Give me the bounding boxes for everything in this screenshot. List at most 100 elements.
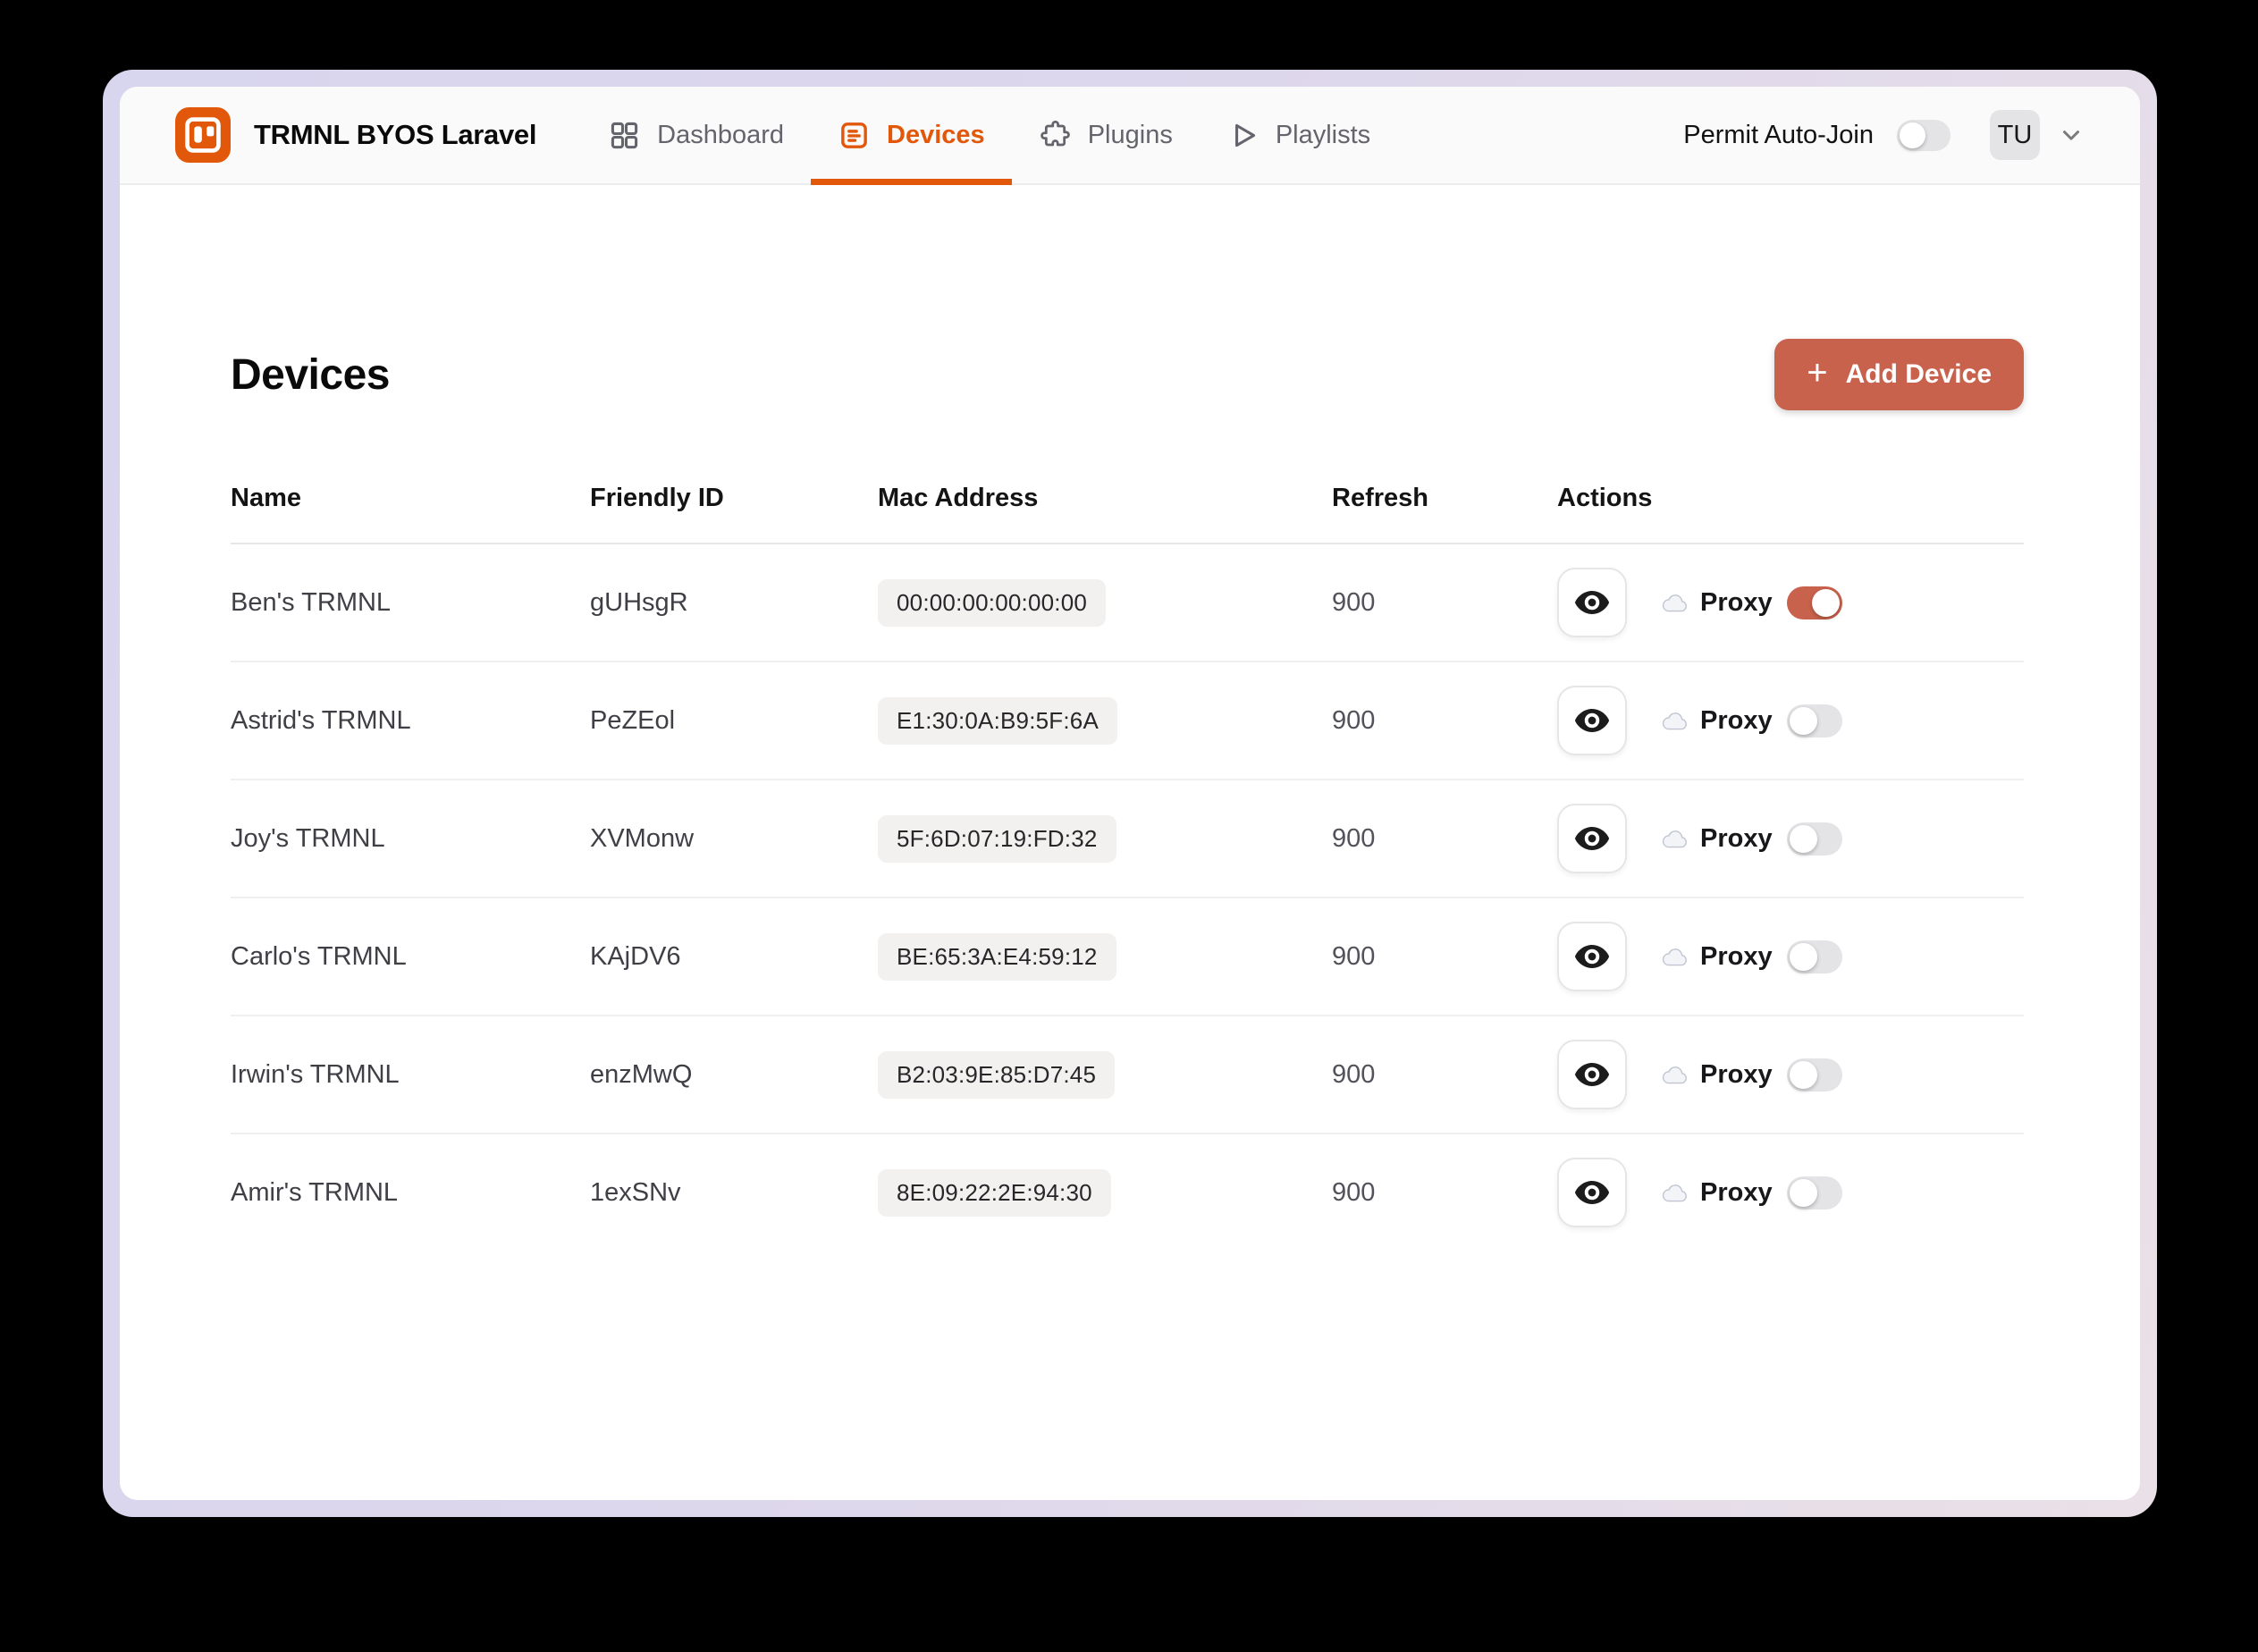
brand: TRMNL BYOS Laravel xyxy=(175,107,536,163)
main-content: Devices + Add Device Name Friendly ID Ma… xyxy=(120,185,2140,1251)
toggle-knob xyxy=(1789,824,1817,853)
cloud-icon xyxy=(1662,594,1687,611)
nav-item-plugins[interactable]: Plugins xyxy=(1012,87,1200,183)
cloud-icon xyxy=(1662,1184,1687,1201)
nav-label-dashboard: Dashboard xyxy=(657,120,785,149)
device-friendly-id: KAjDV6 xyxy=(590,941,681,971)
list-box-icon xyxy=(841,122,867,148)
eye-icon xyxy=(1574,709,1610,732)
proxy-label: Proxy xyxy=(1700,1059,1773,1089)
device-name: Carlo's TRMNL xyxy=(231,941,407,971)
main-nav: Dashboard Devices Plugins Playlists xyxy=(581,87,1397,185)
play-icon xyxy=(1234,123,1255,147)
view-device-button[interactable] xyxy=(1557,568,1627,637)
permit-auto-join-label: Permit Auto-Join xyxy=(1683,120,1874,149)
proxy-group: Proxy xyxy=(1661,1058,1842,1092)
avatar[interactable]: TU xyxy=(1990,110,2040,160)
eye-icon xyxy=(1574,1063,1610,1086)
proxy-toggle[interactable] xyxy=(1786,1058,1842,1092)
table-row: Ben's TRMNL gUHsgR 00:00:00:00:00:00 900 xyxy=(231,544,2024,662)
view-device-button[interactable] xyxy=(1557,804,1627,873)
table-row: Irwin's TRMNL enzMwQ B2:03:9E:85:D7:45 9… xyxy=(231,1016,2024,1134)
cloud-icon xyxy=(1662,948,1687,965)
device-name: Joy's TRMNL xyxy=(231,823,385,853)
actions-cell: Proxy xyxy=(1557,1040,2024,1109)
device-friendly-id: 1exSNv xyxy=(590,1177,681,1207)
mac-address-cell: 8E:09:22:2E:94:30 xyxy=(878,1168,1111,1217)
col-header-actions: Actions xyxy=(1557,483,1653,512)
chevron-down-icon[interactable] xyxy=(2058,122,2085,148)
view-device-button[interactable] xyxy=(1557,922,1627,991)
mac-address-pill: E1:30:0A:B9:5F:6A xyxy=(878,696,1117,745)
nav-item-playlists[interactable]: Playlists xyxy=(1200,87,1397,183)
eye-icon xyxy=(1574,591,1610,614)
mac-address-cell: B2:03:9E:85:D7:45 xyxy=(878,1050,1116,1099)
proxy-group: Proxy xyxy=(1661,1176,1842,1210)
devices-table: Name Friendly ID Mac Address Refresh Act… xyxy=(231,453,2024,1251)
mac-address-pill: 00:00:00:00:00:00 xyxy=(878,578,1107,627)
proxy-toggle[interactable] xyxy=(1786,940,1842,974)
mac-address-pill: 8E:09:22:2E:94:30 xyxy=(878,1168,1111,1217)
col-header-name: Name xyxy=(231,483,301,512)
mac-address-cell: BE:65:3A:E4:59:12 xyxy=(878,932,1116,981)
toggle-knob xyxy=(1900,122,1925,148)
device-friendly-id: gUHsgR xyxy=(590,587,688,617)
proxy-toggle[interactable] xyxy=(1786,1176,1842,1210)
actions-cell: Proxy xyxy=(1557,804,2024,873)
proxy-group: Proxy xyxy=(1661,586,1842,620)
view-device-button[interactable] xyxy=(1557,686,1627,755)
toggle-knob xyxy=(1811,588,1840,617)
proxy-toggle[interactable] xyxy=(1786,704,1842,738)
device-refresh: 900 xyxy=(1332,587,1376,617)
col-header-friendly-id: Friendly ID xyxy=(590,483,724,512)
nav-item-devices[interactable]: Devices xyxy=(811,87,1012,185)
mac-address-cell: 00:00:00:00:00:00 xyxy=(878,578,1107,627)
app-window-content: TRMNL BYOS Laravel Dashboard Devices Plu… xyxy=(120,87,2140,1500)
header-right: Permit Auto-Join TU xyxy=(1683,110,2085,160)
eye-icon xyxy=(1574,945,1610,968)
toggle-knob xyxy=(1789,1060,1817,1089)
app-window: TRMNL BYOS Laravel Dashboard Devices Plu… xyxy=(103,70,2157,1517)
proxy-group: Proxy xyxy=(1661,822,1842,856)
cloud-icon xyxy=(1662,830,1687,847)
col-header-mac-address: Mac Address xyxy=(878,483,1039,512)
page-title: Devices xyxy=(231,350,390,399)
view-device-button[interactable] xyxy=(1557,1158,1627,1227)
col-header-refresh: Refresh xyxy=(1332,483,1428,512)
view-device-button[interactable] xyxy=(1557,1040,1627,1109)
table-row: Amir's TRMNL 1exSNv 8E:09:22:2E:94:30 90… xyxy=(231,1134,2024,1251)
mac-address-cell: 5F:6D:07:19:FD:32 xyxy=(878,814,1116,863)
grid-icon xyxy=(611,122,638,148)
cloud-icon xyxy=(1662,1066,1687,1083)
table-header-row: Name Friendly ID Mac Address Refresh Act… xyxy=(231,453,2024,544)
device-name: Astrid's TRMNL xyxy=(231,705,411,735)
proxy-label: Proxy xyxy=(1700,587,1773,617)
toggle-knob xyxy=(1789,942,1817,971)
eye-icon xyxy=(1574,827,1610,850)
proxy-label: Proxy xyxy=(1700,705,1773,735)
proxy-toggle[interactable] xyxy=(1786,586,1842,620)
device-refresh: 900 xyxy=(1332,1059,1376,1089)
device-refresh: 900 xyxy=(1332,705,1376,735)
nav-item-dashboard[interactable]: Dashboard xyxy=(581,87,811,183)
mac-address-pill: BE:65:3A:E4:59:12 xyxy=(878,932,1116,981)
nav-label-plugins: Plugins xyxy=(1087,120,1173,149)
actions-cell: Proxy xyxy=(1557,1158,2024,1227)
app-header: TRMNL BYOS Laravel Dashboard Devices Plu… xyxy=(120,87,2140,185)
eye-icon xyxy=(1574,1181,1610,1204)
page-head: Devices + Add Device xyxy=(231,339,2024,410)
puzzle-icon xyxy=(1040,120,1070,146)
toggle-knob xyxy=(1789,1178,1817,1207)
add-device-button[interactable]: + Add Device xyxy=(1774,339,2024,410)
permit-auto-join-toggle[interactable] xyxy=(1897,119,1950,151)
proxy-toggle[interactable] xyxy=(1786,822,1842,856)
proxy-group: Proxy xyxy=(1661,940,1842,974)
actions-cell: Proxy xyxy=(1557,568,2024,637)
cloud-icon xyxy=(1662,712,1687,729)
mac-address-cell: E1:30:0A:B9:5F:6A xyxy=(878,696,1117,745)
mac-address-pill: 5F:6D:07:19:FD:32 xyxy=(878,814,1116,863)
table-row: Carlo's TRMNL KAjDV6 BE:65:3A:E4:59:12 9… xyxy=(231,898,2024,1016)
device-refresh: 900 xyxy=(1332,823,1376,853)
add-device-label: Add Device xyxy=(1845,359,1992,389)
table-row: Joy's TRMNL XVMonw 5F:6D:07:19:FD:32 900 xyxy=(231,780,2024,898)
